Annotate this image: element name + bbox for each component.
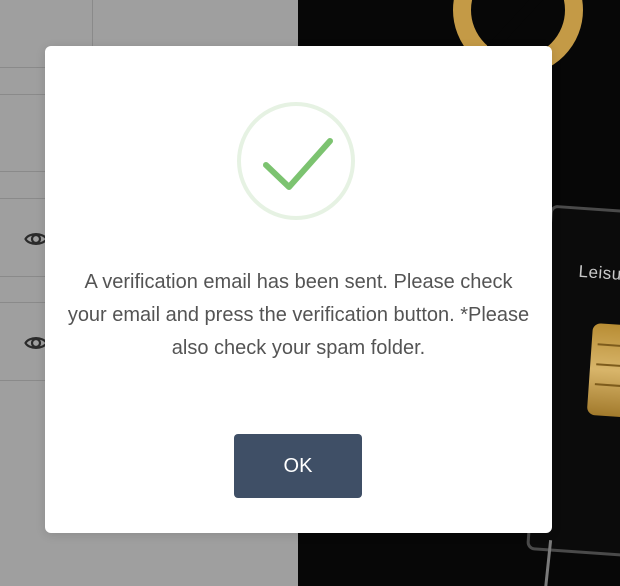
dialog-message: A verification email has been sent. Plea… xyxy=(67,271,530,359)
page: Leisu A verification email has been sent… xyxy=(0,0,620,586)
divider xyxy=(92,0,93,46)
ok-button[interactable]: OK xyxy=(234,434,362,498)
card-chip-graphic xyxy=(586,322,620,418)
checkmark-circle-icon xyxy=(237,102,355,220)
verification-dialog: A verification email has been sent. Plea… xyxy=(45,46,552,533)
card-label: Leisu xyxy=(578,261,620,284)
